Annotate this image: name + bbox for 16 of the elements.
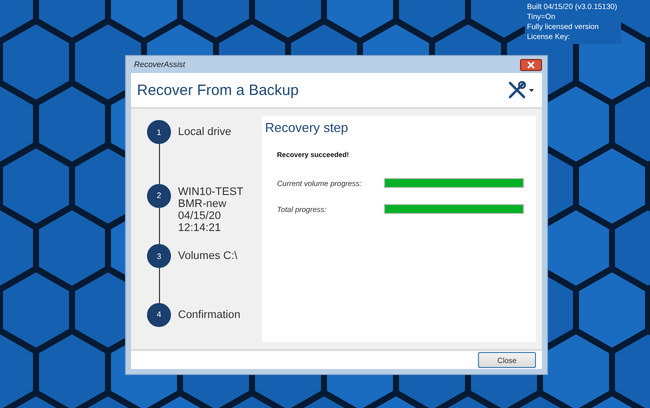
step-number: 3 bbox=[147, 244, 171, 268]
close-button[interactable] bbox=[520, 58, 542, 70]
tools-menu-button[interactable] bbox=[508, 81, 534, 99]
panel-title: Recovery step bbox=[265, 120, 350, 135]
dialog-heading: Recover From a Backup bbox=[137, 82, 299, 98]
step-label: Local drive bbox=[178, 125, 232, 140]
step-number: 4 bbox=[147, 302, 171, 327]
caret-icon bbox=[529, 88, 534, 92]
step-label: Confirmation bbox=[178, 308, 240, 323]
step-number: 1 bbox=[147, 120, 171, 144]
step-label: WIN10-TEST BMR-new 04/15/20 12:14:21 bbox=[178, 184, 244, 236]
close-icon bbox=[527, 60, 535, 68]
tools-icon bbox=[508, 81, 526, 99]
step-label: Volumes C:\ bbox=[178, 249, 238, 264]
step-number: 2 bbox=[147, 184, 171, 208]
window-title: RecoverAssist bbox=[133, 60, 186, 69]
